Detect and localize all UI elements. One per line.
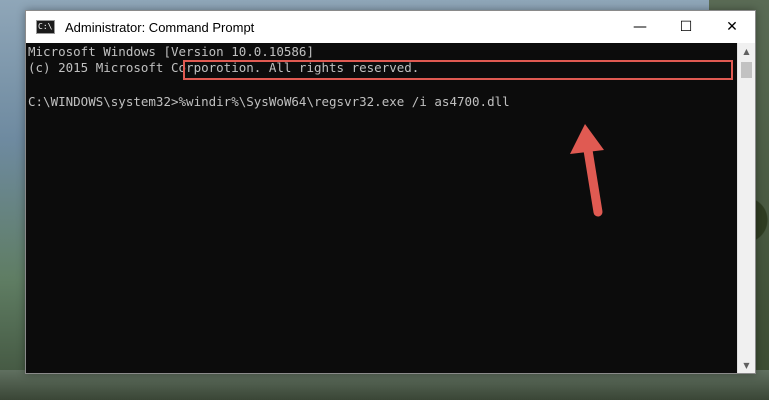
maximize-button[interactable]: ☐ <box>663 11 709 43</box>
command-prompt-window: C:\ Administrator: Command Prompt — ☐ ✕ … <box>25 10 756 374</box>
vertical-scrollbar[interactable]: ▲ ▼ <box>737 43 755 373</box>
scroll-thumb[interactable] <box>741 62 752 78</box>
console-version-line: Microsoft Windows [Version 10.0.10586] <box>28 44 314 59</box>
console-command-line: C:\WINDOWS\system32>%windir%\SysWoW64\re… <box>28 94 510 110</box>
scroll-down-arrow-icon[interactable]: ▼ <box>738 357 755 373</box>
close-icon: ✕ <box>726 19 738 35</box>
console-prompt: C:\WINDOWS\system32> <box>28 94 179 109</box>
pointer-arrow-icon <box>570 124 604 217</box>
window-title: Administrator: Command Prompt <box>65 19 255 35</box>
scroll-up-arrow-icon[interactable]: ▲ <box>738 43 755 59</box>
console-command: %windir%\SysWoW64\regsvr32.exe /i as4700… <box>178 94 510 109</box>
console-output[interactable]: Microsoft Windows [Version 10.0.10586] (… <box>26 43 738 373</box>
command-prompt-icon: C:\ <box>36 20 55 34</box>
title-bar[interactable]: C:\ Administrator: Command Prompt — ☐ ✕ <box>26 11 755 43</box>
close-button[interactable]: ✕ <box>709 11 755 43</box>
window-controls: — ☐ ✕ <box>617 11 755 43</box>
minimize-button[interactable]: — <box>617 11 663 43</box>
background-ground <box>0 370 769 400</box>
maximize-icon: ☐ <box>679 19 693 35</box>
minimize-icon: — <box>633 19 647 35</box>
command-highlight-box <box>183 60 733 80</box>
